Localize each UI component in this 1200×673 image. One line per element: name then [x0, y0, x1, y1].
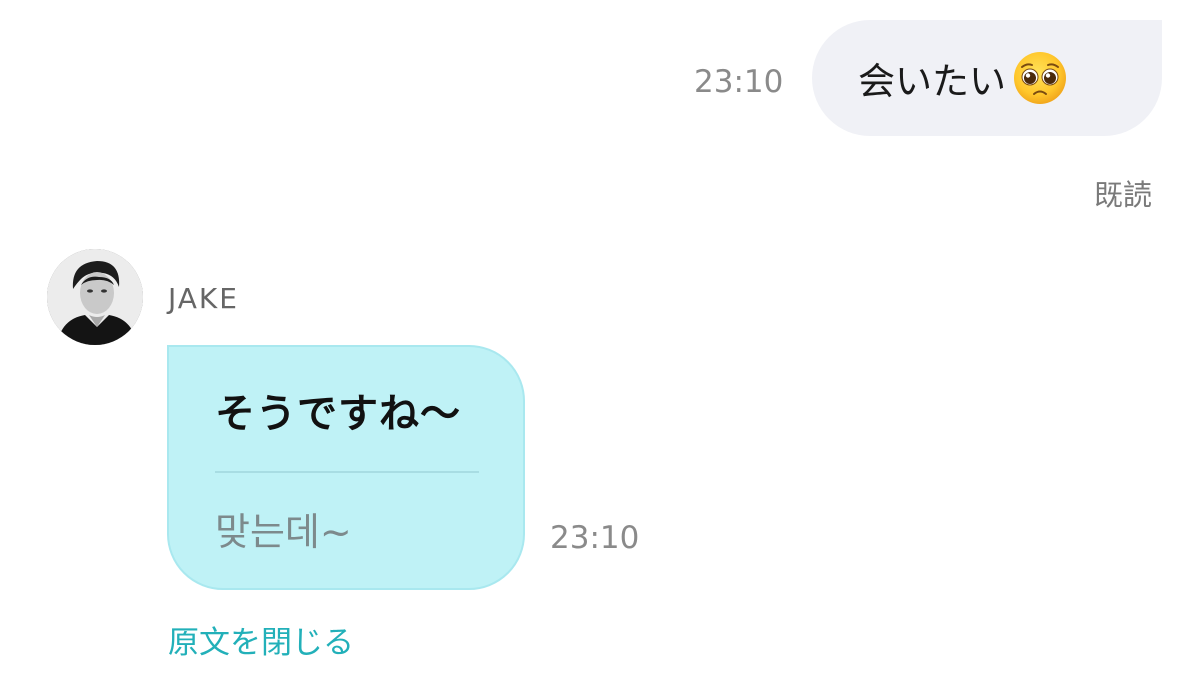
close-original-button[interactable]: 原文を閉じる: [168, 617, 354, 662]
avatar[interactable]: [47, 249, 143, 345]
chat-thread: 23:10 会いたい 既読 JAKE そうですね〜 맞는데~ 23:10 原文を…: [0, 0, 1200, 673]
read-receipt: 既読: [1093, 178, 1152, 212]
incoming-message-bubble[interactable]: そうですね〜 맞는데~: [167, 345, 525, 590]
original-message-text: 맞는데~: [215, 510, 352, 554]
outgoing-timestamp: 23:10: [694, 64, 784, 100]
translation-divider: [215, 471, 479, 473]
outgoing-message-text: 会いたい: [858, 60, 1006, 103]
translated-message-text: そうですね〜: [215, 391, 461, 437]
pleading-face-emoji-icon: [1014, 52, 1066, 104]
outgoing-message-bubble[interactable]: 会いたい: [812, 20, 1162, 136]
incoming-timestamp: 23:10: [550, 520, 640, 556]
sender-name: JAKE: [168, 282, 239, 315]
profile-photo-icon: [47, 249, 143, 345]
